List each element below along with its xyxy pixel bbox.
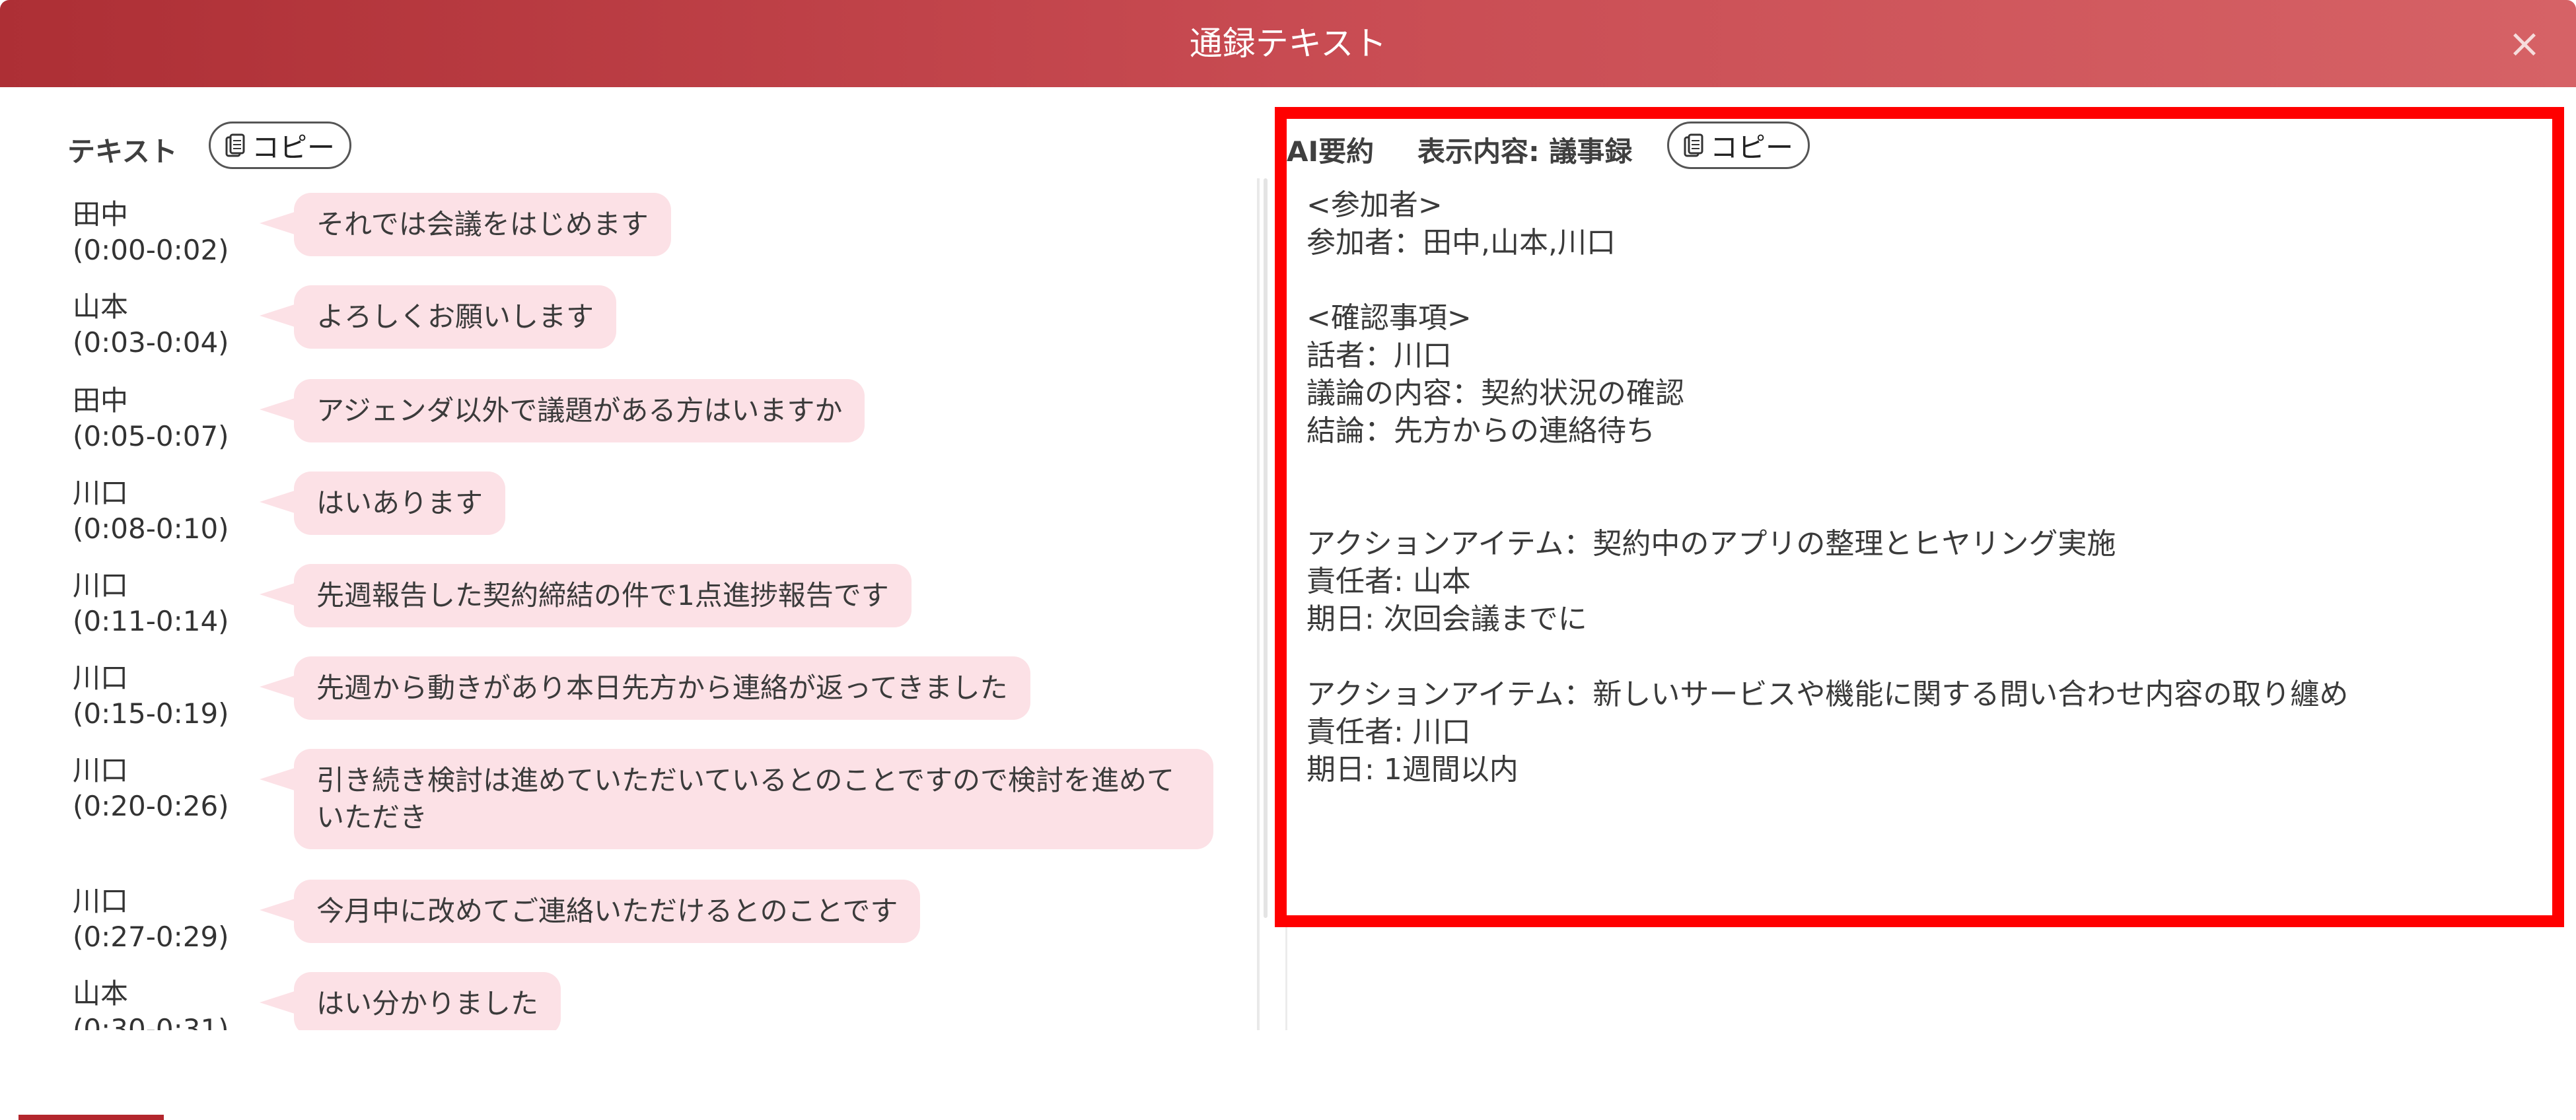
speaker-info: 川口 (0:27-0:29) <box>73 884 229 955</box>
transcript-dialog: 通録テキスト × テキスト コピー 田中 (0:00-0:02) それでは会議を… <box>0 0 2576 1120</box>
message-bubble: 先週報告した契約締結の件で1点進捗報告です <box>260 564 912 627</box>
speaker-name: 川口 <box>73 662 129 694</box>
clipboard-icon <box>225 133 245 158</box>
speaker-time: (0:27-0:29) <box>73 921 229 953</box>
panel-divider-lower <box>1285 918 1287 1030</box>
speaker-info: 川口 (0:15-0:19) <box>73 660 229 732</box>
message-bubble: よろしくお願いします <box>259 285 617 349</box>
speaker-name: 田中 <box>73 198 129 230</box>
speaker-info: 田中 (0:00-0:02) <box>73 197 229 268</box>
speaker-name: 川口 <box>73 477 129 509</box>
speaker-time: (0:08-0:10) <box>73 512 229 545</box>
speaker-info: 川口 (0:08-0:10) <box>73 475 229 547</box>
copy-text-label: コピー <box>252 131 336 164</box>
speaker-time: (0:03-0:04) <box>73 326 229 359</box>
transcript-list[interactable]: 田中 (0:00-0:02) それでは会議をはじめます 山本 (0:03-0:0… <box>0 185 1215 1030</box>
speaker-info: 山本 (0:30-0:31) <box>73 976 229 1030</box>
speaker-time: (0:30-0:31) <box>73 1013 229 1030</box>
message-bubble: 引き続き検討は進めていただいているとのことですので検討を進めていただき <box>260 749 1213 849</box>
message-bubble: アジェンダ以外で議題がある方はいますか <box>259 379 865 442</box>
speaker-name: 川口 <box>73 569 129 602</box>
speaker-name: 川口 <box>73 885 129 917</box>
speaker-name: 田中 <box>73 384 129 417</box>
speaker-info: 川口 (0:20-0:26) <box>73 753 229 824</box>
scrollbar-thumb[interactable] <box>1264 178 1268 918</box>
speaker-time: (0:20-0:26) <box>73 790 229 822</box>
speaker-info: 田中 (0:05-0:07) <box>73 383 229 454</box>
dialog-header: 通録テキスト × <box>0 0 2576 87</box>
background-tab-edge <box>18 1115 164 1120</box>
text-section-label: テキスト <box>67 135 178 168</box>
speaker-time: (0:11-0:14) <box>73 605 229 637</box>
message-bubble: はいあります <box>259 472 506 535</box>
speaker-name: 山本 <box>73 977 129 1010</box>
speaker-info: 川口 (0:11-0:14) <box>73 568 229 639</box>
speaker-name: 川口 <box>73 754 129 787</box>
message-bubble: それでは会議をはじめます <box>260 193 671 256</box>
highlight-box <box>1275 107 2564 927</box>
message-bubble: 今月中に改めてご連絡いただけるとのことです <box>259 880 921 943</box>
speaker-time: (0:00-0:02) <box>73 234 229 266</box>
message-bubble: 先週から動きがあり本日先方から連絡が返ってきました <box>260 656 1030 720</box>
dialog-title: 通録テキスト <box>1189 24 1387 63</box>
speaker-name: 山本 <box>73 291 129 323</box>
speaker-info: 山本 (0:03-0:04) <box>73 289 229 361</box>
speaker-time: (0:15-0:19) <box>73 697 229 730</box>
close-icon[interactable]: × <box>2498 17 2551 70</box>
message-bubble: はい分かりました <box>259 972 561 1030</box>
copy-text-button[interactable]: コピー <box>209 122 352 169</box>
speaker-time: (0:05-0:07) <box>73 420 229 452</box>
panel-divider <box>1257 178 1260 1030</box>
